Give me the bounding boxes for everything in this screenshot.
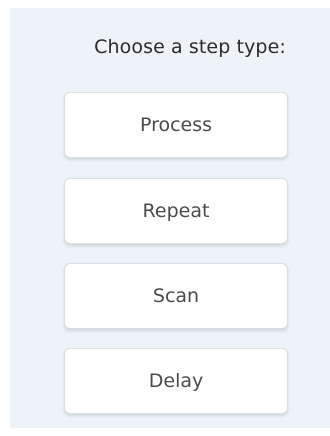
scan-button[interactable]: Scan (64, 263, 288, 329)
delay-button[interactable]: Delay (64, 348, 288, 414)
step-type-panel: Choose a step type: Process Repeat Scan … (10, 8, 330, 428)
process-button[interactable]: Process (64, 92, 288, 158)
step-type-prompt: Choose a step type: (94, 36, 286, 58)
repeat-button[interactable]: Repeat (64, 178, 288, 244)
